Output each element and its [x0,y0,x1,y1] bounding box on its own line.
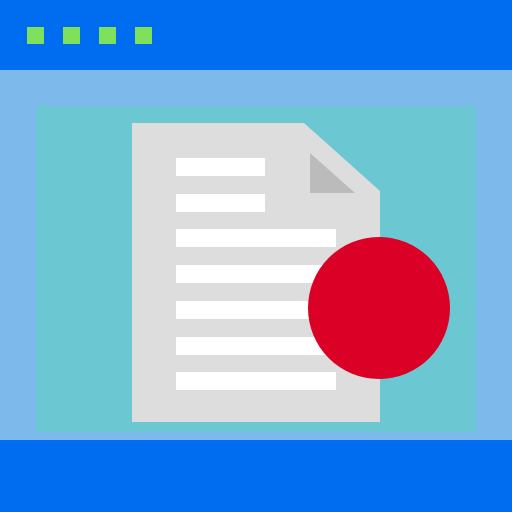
text-line [176,229,336,247]
text-line [176,265,336,283]
window-dot [63,27,80,44]
icon-canvas [0,0,512,512]
text-line [176,158,265,176]
window-dot [135,27,152,44]
browser-document-record-icon [0,0,512,512]
window-dot [27,27,44,44]
text-line [176,194,265,212]
window-dot [99,27,116,44]
bottom-bar [0,440,512,512]
text-line [176,372,336,390]
record-dot-icon [308,237,450,379]
text-line [176,337,336,355]
